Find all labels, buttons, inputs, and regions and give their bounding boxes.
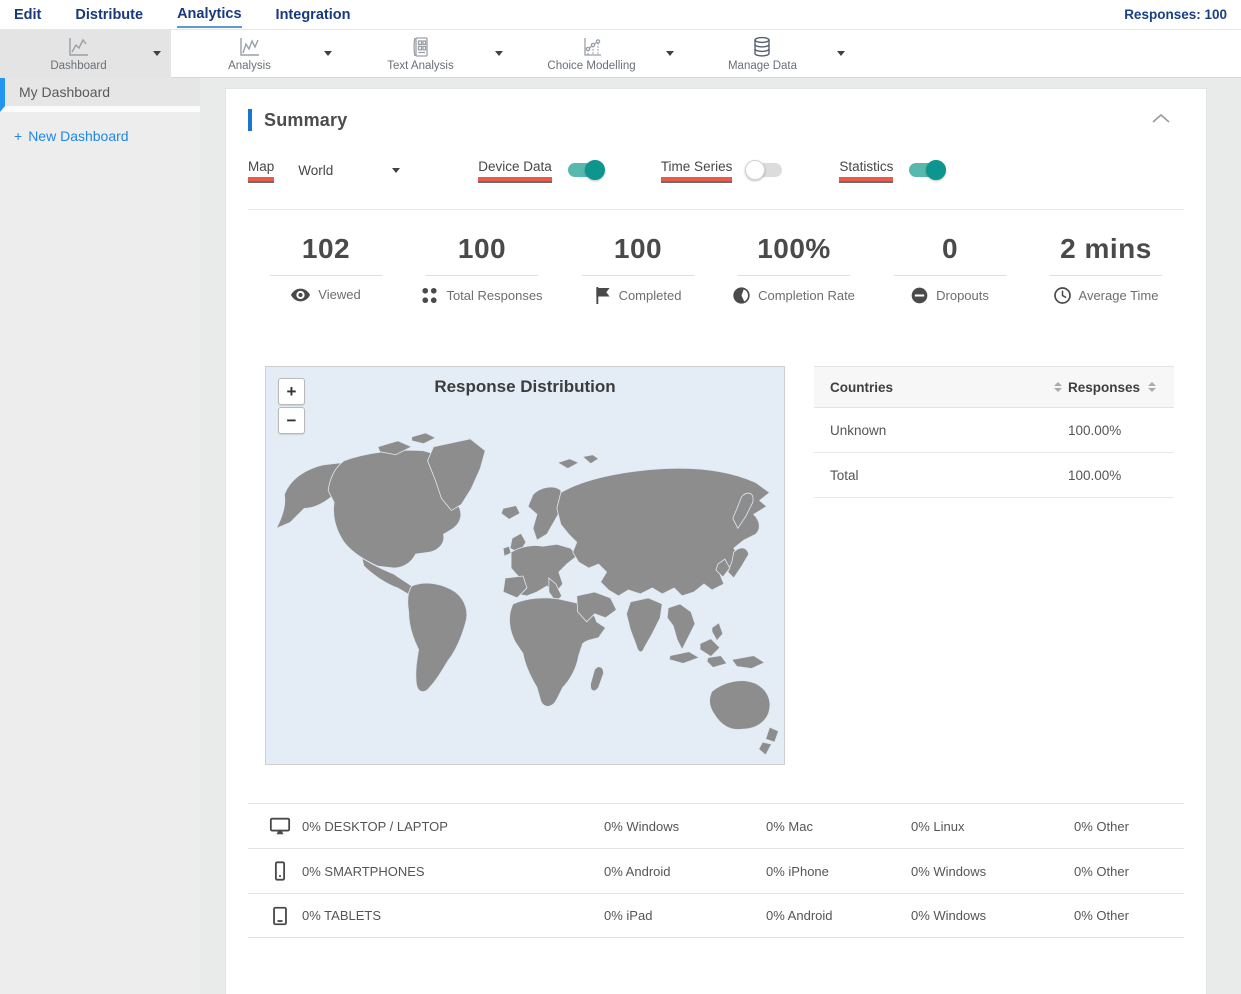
half-circle-icon: [733, 287, 750, 304]
stat-total-responses: 100 Total Responses: [404, 233, 560, 304]
summary-controls: Map World Device Data Time Series Statis…: [248, 158, 1184, 182]
stat-completion-rate: 100% Completion Rate: [716, 233, 872, 304]
dots-grid-icon: [422, 287, 438, 304]
column-header-responses: Responses: [1068, 379, 1141, 395]
accent-bar: [248, 109, 252, 131]
time-series-label: Time Series: [660, 159, 733, 181]
summary-panel: Summary Map World Device Data Time Serie…: [225, 88, 1207, 994]
flag-icon: [595, 287, 610, 304]
stat-completed: 100 Completed: [560, 233, 716, 304]
nav-edit[interactable]: Edit: [14, 3, 41, 27]
map-zoom-in-button[interactable]: +: [278, 378, 305, 405]
toolbar-analysis-button[interactable]: Analysis: [171, 30, 342, 78]
stat-viewed: 102 Viewed: [248, 233, 404, 304]
sort-icon[interactable]: [1054, 382, 1062, 392]
eye-icon: [291, 288, 311, 301]
clock-icon: [1053, 287, 1071, 304]
map-zoom-out-button[interactable]: −: [278, 407, 305, 434]
section-title: Summary: [264, 109, 348, 130]
stat-average-time: 2 mins Average Time: [1028, 233, 1184, 304]
divider: [248, 209, 1184, 210]
column-header-countries: Countries: [830, 379, 894, 395]
minus-circle-icon: [911, 287, 928, 304]
chevron-down-icon: [392, 167, 401, 173]
time-series-toggle[interactable]: [745, 160, 785, 180]
database-icon: [750, 36, 774, 58]
world-map[interactable]: [266, 407, 784, 757]
toolbar-choice-modelling-button[interactable]: Choice Modelling: [513, 30, 684, 78]
toolbar-dashboard-button[interactable]: Dashboard: [0, 30, 171, 78]
toolbar-manage-data-button[interactable]: Manage Data: [684, 30, 855, 78]
statistics-label: Statistics: [839, 159, 894, 181]
plus-icon: +: [14, 128, 23, 144]
table-row-smartphones: 0% SMARTPHONES 0% Android 0% iPhone 0% W…: [248, 848, 1184, 893]
map-title: Response Distribution: [434, 377, 616, 396]
stats-row: 102 Viewed 100 Total Responses 100 Compl…: [248, 233, 1184, 304]
nav-integration[interactable]: Integration: [276, 3, 351, 27]
chevron-down-icon[interactable]: [153, 51, 161, 56]
sort-icon[interactable]: [1148, 382, 1157, 392]
table-row-tablets: 0% TABLETS 0% iPad 0% Android 0% Windows…: [248, 893, 1184, 938]
device-data-table: 0% DESKTOP / LAPTOP 0% Windows 0% Mac 0%…: [248, 803, 1184, 938]
table-row: Total 100.00%: [814, 453, 1174, 498]
chevron-down-icon[interactable]: [495, 51, 503, 56]
analytics-toolbar: Dashboard Analysis Text Analysis Choice …: [0, 30, 1241, 78]
chevron-down-icon[interactable]: [666, 51, 674, 56]
map-label: Map: [248, 159, 275, 181]
nav-distribute[interactable]: Distribute: [75, 3, 143, 27]
countries-table-header: Countries Responses: [814, 366, 1174, 408]
toolbar-text-analysis-button[interactable]: Text Analysis: [342, 30, 513, 78]
table-row-desktop: 0% DESKTOP / LAPTOP 0% Windows 0% Mac 0%…: [248, 803, 1184, 848]
document-grid-icon: [408, 36, 432, 58]
responses-count-badge: Responses: 100: [1124, 7, 1227, 22]
chevron-down-icon[interactable]: [837, 51, 845, 56]
statistics-toggle[interactable]: [906, 160, 947, 180]
map-region-select[interactable]: World: [298, 163, 401, 178]
device-data-toggle[interactable]: [565, 160, 605, 180]
collapse-section-button[interactable]: [1150, 111, 1172, 129]
tablet-icon: [273, 906, 287, 925]
response-distribution-map[interactable]: Response Distribution + −: [265, 366, 785, 765]
scatter-chart-icon: [580, 36, 604, 58]
sidebar-item-my-dashboard[interactable]: My Dashboard: [0, 78, 200, 112]
desktop-icon: [269, 817, 291, 835]
dashboard-sidebar: My Dashboard + New Dashboard: [0, 78, 200, 994]
smartphone-icon: [274, 861, 286, 881]
nav-analytics[interactable]: Analytics: [177, 2, 242, 28]
new-dashboard-button[interactable]: + New Dashboard: [14, 128, 200, 144]
table-row: Unknown 100.00%: [814, 408, 1174, 453]
top-nav: Edit Distribute Analytics Integration Re…: [0, 0, 1241, 30]
countries-table: Countries Responses Unknown 100.00% Tota…: [814, 366, 1174, 765]
stat-dropouts: 0 Dropouts: [872, 233, 1028, 304]
device-data-label: Device Data: [478, 159, 552, 181]
chevron-down-icon[interactable]: [324, 51, 332, 56]
line-chart-icon: [66, 36, 90, 58]
line-chart-icon: [237, 36, 261, 58]
